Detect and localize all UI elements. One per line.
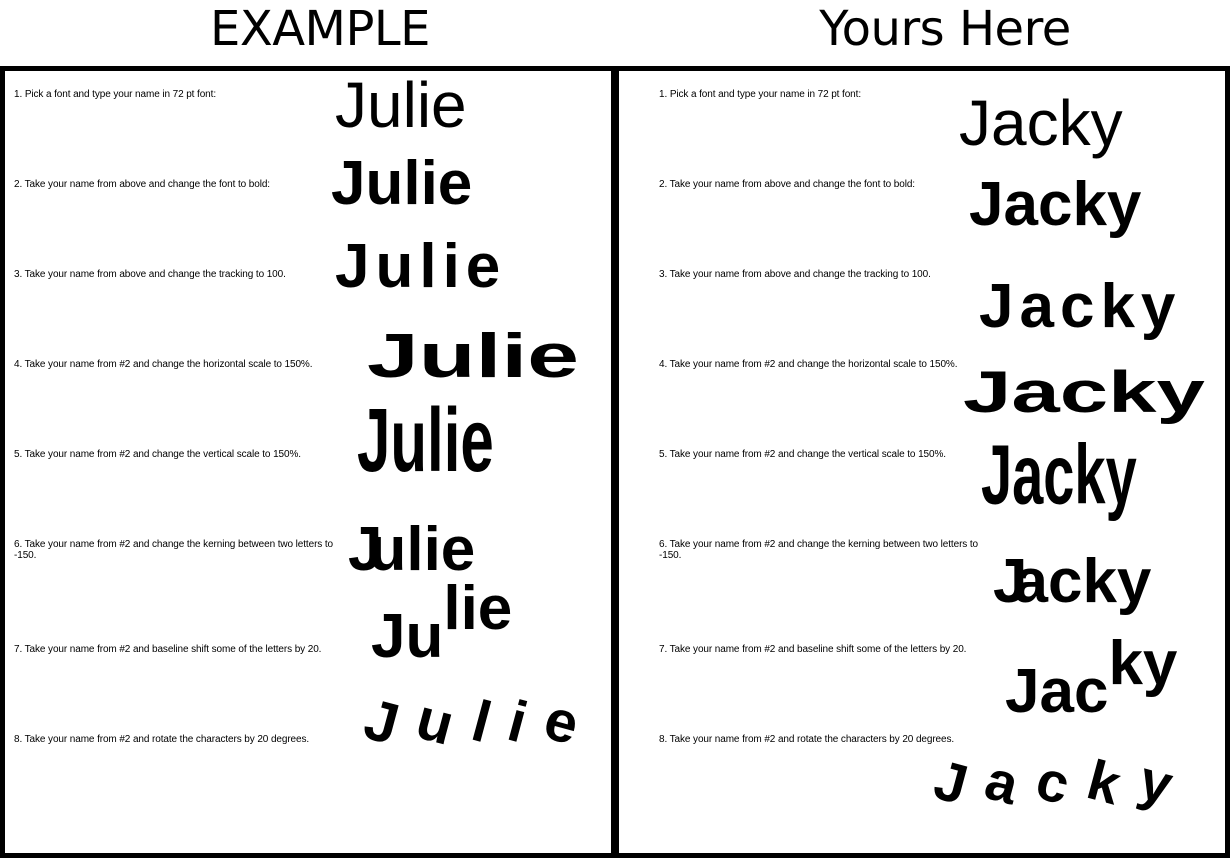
name-tracked: Jacky	[979, 272, 1182, 341]
instruction-1: 1. Pick a font and type your name in 72 …	[659, 89, 861, 100]
name-tracked: Julie	[335, 232, 507, 301]
name-regular: Julie	[335, 69, 467, 141]
example-heading: EXAMPLE	[210, 1, 430, 57]
instruction-7: 7. Take your name from #2 and baseline s…	[659, 644, 967, 655]
instruction-8: 8. Take your name from #2 and rotate the…	[14, 734, 310, 745]
name-horizontal-scale: Julie	[367, 322, 579, 391]
name-kerned: Julie	[348, 519, 475, 581]
instruction-8: 8. Take your name from #2 and rotate the…	[659, 734, 955, 745]
name-horizontal-scale: Jacky	[963, 360, 1205, 425]
shift-base: Ju	[371, 602, 444, 671]
kern-rest: acky	[1013, 547, 1152, 616]
example-panel: 1. Pick a font and type your name in 72 …	[0, 66, 616, 858]
name-baseline-shift: Julie	[371, 578, 512, 668]
yours-here-heading: Yours Here	[819, 1, 1071, 57]
name-vertical-scale: Julie	[357, 390, 494, 491]
instruction-6: 6. Take your name from #2 and change the…	[14, 539, 334, 561]
shift-raised: ky	[1108, 629, 1178, 698]
instruction-1: 1. Pick a font and type your name in 72 …	[14, 89, 216, 100]
instruction-2: 2. Take your name from above and change …	[659, 179, 915, 190]
yours-here-panel: 1. Pick a font and type your name in 72 …	[614, 66, 1230, 858]
instruction-2: 2. Take your name from above and change …	[14, 179, 270, 190]
instruction-4: 4. Take your name from #2 and change the…	[14, 359, 313, 370]
shift-raised: lie	[443, 574, 513, 643]
name-kerned: Jacky	[993, 551, 1151, 613]
shift-base: Jac	[1005, 657, 1109, 726]
instruction-5: 5. Take your name from #2 and change the…	[14, 449, 301, 460]
name-bold: Jacky	[969, 170, 1142, 239]
name-baseline-shift: Jacky	[1005, 633, 1177, 723]
instruction-7: 7. Take your name from #2 and baseline s…	[14, 644, 322, 655]
name-bold: Julie	[331, 149, 473, 218]
instruction-6: 6. Take your name from #2 and change the…	[659, 539, 979, 561]
instruction-3: 3. Take your name from above and change …	[659, 269, 931, 280]
name-vertical-scale: Jacky	[981, 427, 1137, 522]
name-rotated: Julie	[358, 686, 605, 763]
instruction-5: 5. Take your name from #2 and change the…	[659, 449, 946, 460]
name-regular: Jacky	[959, 87, 1123, 159]
name-rotated: Jacky	[928, 747, 1198, 821]
instruction-3: 3. Take your name from above and change …	[14, 269, 286, 280]
